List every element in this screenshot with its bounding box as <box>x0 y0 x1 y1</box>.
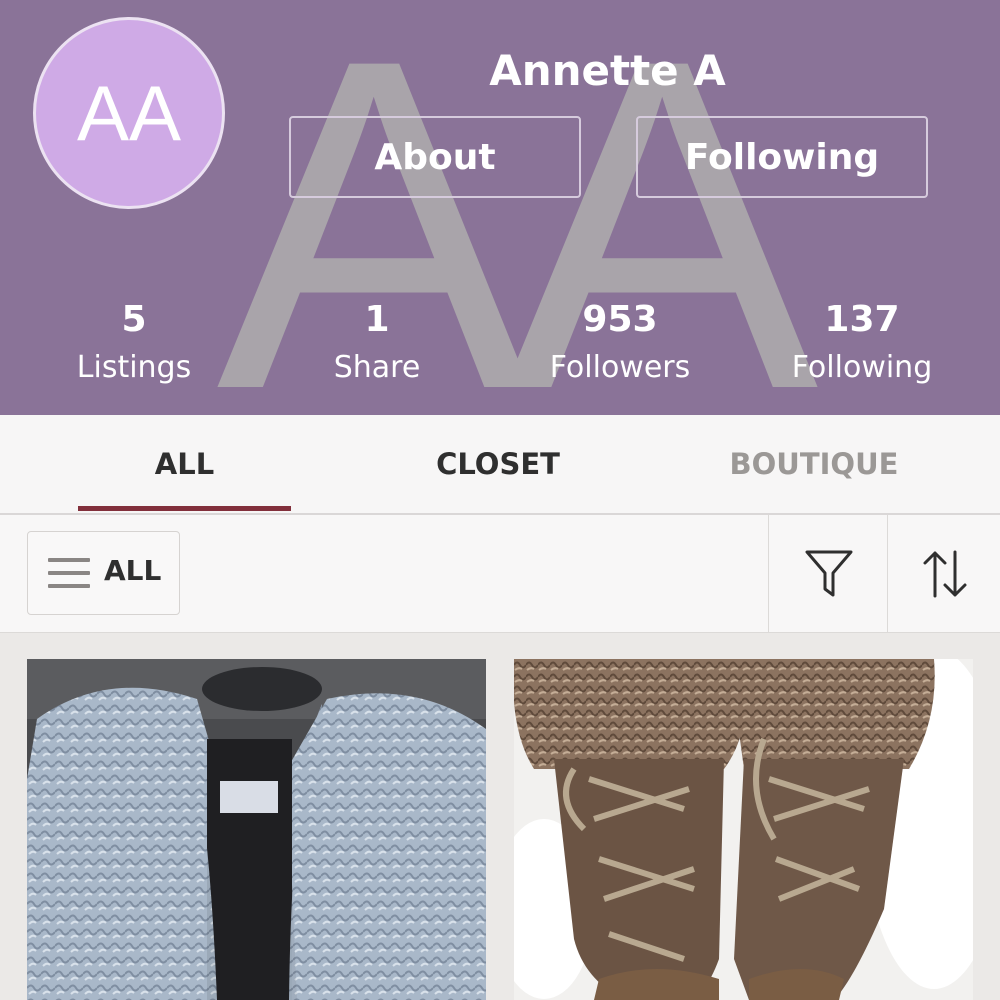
filter-button[interactable] <box>768 515 888 632</box>
profile-header: AA AA Annette A About Following 5 Listin… <box>0 0 1000 415</box>
category-menu-button[interactable]: ALL <box>27 531 180 615</box>
active-tab-indicator <box>78 506 291 511</box>
following-button[interactable]: Following <box>636 116 928 198</box>
stat-followers-value: 953 <box>582 299 658 340</box>
stat-followers-label: Followers <box>549 350 691 385</box>
stat-followers[interactable]: 953 Followers <box>500 296 740 392</box>
stat-following[interactable]: 137 Following <box>742 296 982 392</box>
filter-icon <box>805 550 852 596</box>
stat-shares[interactable]: 1 Share <box>257 296 497 392</box>
listing-toolbar: ALL <box>0 515 1000 633</box>
stat-listings-value: 5 <box>121 299 147 340</box>
stat-shares-value: 1 <box>364 299 390 340</box>
profile-name: Annette A <box>489 46 726 95</box>
listing-image-fur-jacket <box>27 659 486 1000</box>
sort-button[interactable] <box>887 515 1000 632</box>
avatar-initials: AA <box>76 68 182 157</box>
listing-image-fur-boots <box>514 659 973 1000</box>
about-button[interactable]: About <box>289 116 581 198</box>
tab-boutique[interactable]: BOUTIQUE <box>705 415 923 513</box>
tab-all[interactable]: ALL <box>78 415 291 513</box>
stat-following-value: 137 <box>824 299 900 340</box>
stat-listings-label: Listings <box>76 350 192 385</box>
sort-icon <box>923 550 966 597</box>
stat-following-label: Following <box>791 350 933 385</box>
tab-closet[interactable]: CLOSET <box>390 415 606 513</box>
stat-shares-label: Share <box>333 350 421 385</box>
avatar[interactable]: AA <box>33 17 225 209</box>
listing-card-jacket[interactable] <box>27 659 486 1000</box>
closet-tabs: ALL CLOSET BOUTIQUE <box>0 415 1000 515</box>
listing-card-boots[interactable] <box>514 659 973 1000</box>
category-menu-label: ALL <box>104 554 162 587</box>
stat-listings[interactable]: 5 Listings <box>14 296 254 392</box>
hamburger-icon <box>48 558 92 590</box>
